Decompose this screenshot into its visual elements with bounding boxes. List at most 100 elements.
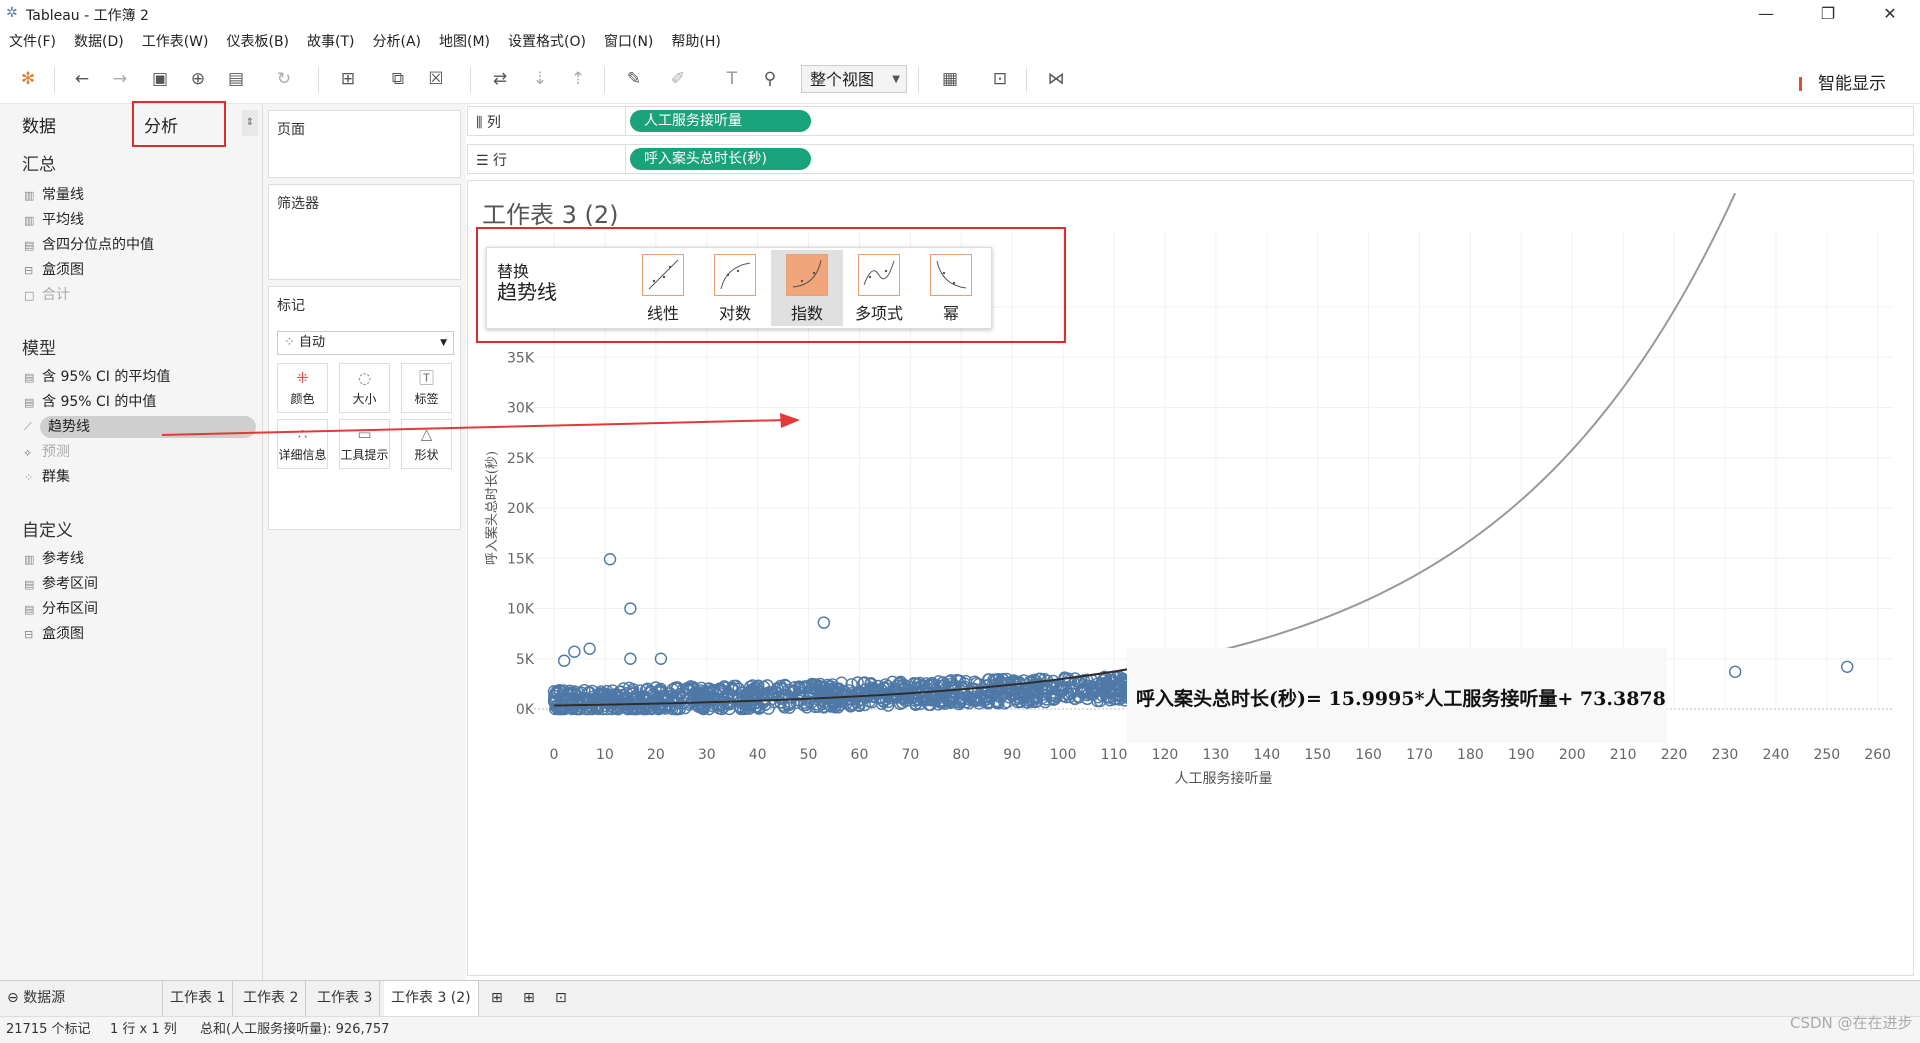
annotation-box [476, 227, 1066, 343]
filters-card[interactable]: 筛选器 [268, 184, 461, 280]
smart-show-button[interactable]: 智能显示 [1799, 69, 1886, 94]
tab-sheet-3-copy[interactable]: 工作表 3 (2) [384, 981, 479, 1016]
color-icon: ⁜ [296, 369, 309, 387]
show-cards-icon[interactable]: ▦ [938, 67, 962, 91]
x-tick-label: 180 [1457, 747, 1484, 763]
cluster-icon: ⁘ [24, 471, 34, 484]
menu-help[interactable]: 帮助(H) [671, 30, 720, 54]
new-worksheet-icon[interactable]: ⊞ [336, 67, 360, 91]
tableau-home-icon[interactable]: ✻ [16, 67, 40, 91]
redo-icon[interactable]: → [108, 67, 132, 91]
totals-icon: □ [24, 289, 35, 302]
new-story-icon[interactable]: ⊡ [548, 981, 574, 1016]
trendline-icon: ⟋ [24, 420, 32, 433]
new-sheet-icon[interactable]: ⊞ [484, 981, 510, 1016]
sort-asc-icon[interactable]: ⇣ [528, 67, 552, 91]
tab-data-source[interactable]: ⊖ 数据源 [0, 981, 163, 1016]
item-median-ci[interactable]: ▤ 含 95% CI 的中值 [24, 391, 156, 413]
tab-sheet-1[interactable]: 工作表 1 [163, 981, 234, 1016]
view-area[interactable]: 工作表 3 (2) 0 10 20 30 40 50 60 70 80 90 100 110 120 13… [467, 180, 1914, 976]
marks-title: 标记 [277, 298, 305, 314]
item-mean-ci[interactable]: ▤ 含 95% CI 的平均值 [24, 366, 170, 388]
boxplot-icon: ⊟ [24, 628, 34, 641]
item-box-plot-custom[interactable]: ⊟ 盒须图 [24, 623, 84, 645]
tab-data[interactable]: 数据 [22, 112, 56, 137]
detail-button[interactable]: ∴ 详细信息 [277, 419, 328, 469]
outlier-point [568, 645, 581, 658]
chart-icon: ▥ [24, 553, 35, 566]
item-cluster[interactable]: ⁘ 群集 [24, 466, 70, 488]
label-button[interactable]: 🅃 标签 [401, 363, 452, 413]
size-button[interactable]: ◌ 大小 [339, 363, 390, 413]
clear-sheet-icon[interactable]: ☒ [424, 67, 448, 91]
tab-sheet-3[interactable]: 工作表 3 [310, 981, 381, 1016]
item-reference-band[interactable]: ▤ 参考区间 [24, 573, 98, 595]
label-label: 标签 [414, 392, 439, 406]
presentation-mode-icon[interactable]: ⊡ [988, 67, 1012, 91]
y-tick-label: 15K [507, 551, 535, 567]
item-label: 含 95% CI 的平均值 [42, 369, 171, 385]
menu-worksheet[interactable]: 工作表(W) [142, 30, 209, 54]
restore-button[interactable]: ❐ [1808, 2, 1848, 26]
x-tick-label: 90 [1003, 747, 1021, 763]
item-constant-line[interactable]: ▥ 常量线 [24, 184, 84, 206]
item-box-plot[interactable]: ⊟ 盒须图 [24, 259, 84, 281]
x-tick-label: 0 [550, 747, 559, 763]
menu-file[interactable]: 文件(F) [9, 30, 56, 54]
columns-shelf[interactable]: ⫼ 列 人工服务接听量 [467, 106, 1914, 136]
close-button[interactable]: ✕ [1870, 2, 1910, 26]
item-median-quartiles[interactable]: ▤ 含四分位点的中值 [24, 234, 154, 256]
refresh-icon[interactable]: ↻ [272, 67, 296, 91]
detail-icon: ∴ [297, 425, 308, 443]
menu-window[interactable]: 窗口(N) [604, 30, 653, 54]
x-tick-label: 10 [596, 747, 614, 763]
tab-sheet-2[interactable]: 工作表 2 [236, 981, 307, 1016]
highlight-icon[interactable]: ✎ [622, 67, 646, 91]
mark-type-select[interactable]: ⁘ 自动 ▼ [277, 331, 454, 355]
item-average-line[interactable]: ▥ 平均线 [24, 209, 84, 231]
shape-button[interactable]: △ 形状 [401, 419, 452, 469]
item-trend-line[interactable]: 趋势线 [40, 416, 256, 438]
columns-pill[interactable]: 人工服务接听量 [630, 110, 811, 132]
menu-map[interactable]: 地图(M) [439, 30, 490, 54]
item-label: 合计 [42, 287, 70, 303]
pin-icon[interactable]: ⚲ [758, 67, 782, 91]
pause-updates-icon[interactable]: ▤ [224, 67, 248, 91]
x-tick-label: 250 [1813, 747, 1840, 763]
shape-icon: △ [420, 425, 433, 443]
y-tick-label: 25K [507, 451, 535, 467]
group-icon[interactable]: ✐ [666, 67, 690, 91]
minimize-button[interactable]: — [1746, 2, 1786, 26]
menu-data[interactable]: 数据(D) [74, 30, 124, 54]
tooltip-button[interactable]: ▭ 工具提示 [339, 419, 390, 469]
item-label: 常量线 [42, 187, 84, 203]
collapse-pane-icon[interactable]: ⇕ [242, 110, 258, 136]
item-forecast[interactable]: ⟡ 预测 [24, 441, 70, 463]
menu-format[interactable]: 设置格式(O) [508, 30, 586, 54]
color-button[interactable]: ⁜ 颜色 [277, 363, 328, 413]
detail-label: 详细信息 [278, 448, 327, 462]
pages-card[interactable]: 页面 [268, 110, 461, 178]
duplicate-icon[interactable]: ⧉ [386, 67, 410, 91]
marks-card: 标记 ⁘ 自动 ▼ ⁜ 颜色 ◌ 大小 🅃 标签 ∴ 详细信息 ▭ 工具提示 △ 形状 [268, 286, 461, 530]
swap-icon[interactable]: ⇄ [488, 67, 512, 91]
new-dashboard-icon[interactable]: ⊞ [516, 981, 542, 1016]
shape-label: 形状 [414, 448, 439, 462]
new-datasource-icon[interactable]: ⊕ [186, 67, 210, 91]
status-sum: 总和(人工服务接听量): 926,757 [200, 1022, 390, 1037]
share-icon[interactable]: ⋈ [1044, 67, 1068, 91]
sort-desc-icon[interactable]: ⇡ [566, 67, 590, 91]
item-distribution-band[interactable]: ▤ 分布区间 [24, 598, 98, 620]
item-label: 分布区间 [42, 601, 98, 617]
menu-analysis[interactable]: 分析(A) [373, 30, 422, 54]
item-totals[interactable]: □ 合计 [24, 284, 70, 306]
rows-shelf[interactable]: ☰ 行 呼入案头总时长(秒) [467, 144, 1914, 174]
fit-select[interactable]: 整个视图 ▼ [801, 65, 907, 93]
save-icon[interactable]: ▣ [148, 67, 172, 91]
menu-story[interactable]: 故事(T) [307, 30, 354, 54]
item-reference-line[interactable]: ▥ 参考线 [24, 548, 84, 570]
menu-dashboard[interactable]: 仪表板(B) [226, 30, 289, 54]
label-icon[interactable]: T [720, 67, 744, 91]
rows-pill[interactable]: 呼入案头总时长(秒) [630, 148, 811, 170]
undo-icon[interactable]: ← [70, 67, 94, 91]
